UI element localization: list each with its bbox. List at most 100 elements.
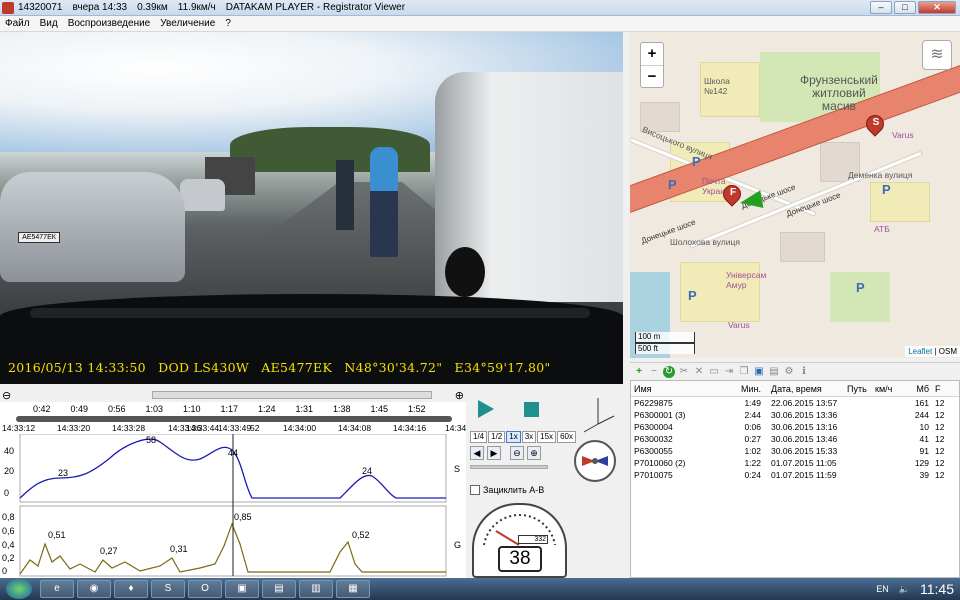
copy-icon[interactable]: ❐ bbox=[738, 366, 750, 378]
telemetry-graph[interactable]: 40 20 0 0,8 0,6 0,4 0,2 0 S G 23 58 44 24 0,51 0,27 0,31… bbox=[0, 434, 466, 578]
timeline-tick-label: 0:42 bbox=[33, 404, 51, 414]
map-parking-icon: P bbox=[688, 288, 697, 303]
table-row[interactable]: P6300032 0:27 30.06.2015 13:46 41 12 bbox=[631, 433, 959, 445]
table-row[interactable]: P6300001 (3) 2:44 30.06.2015 13:36 244 12 bbox=[631, 409, 959, 421]
loop-ab-box[interactable] bbox=[470, 485, 480, 495]
menu-file[interactable]: Файл bbox=[0, 18, 35, 29]
taskbar-app-datakam[interactable]: ▦ bbox=[336, 580, 370, 598]
taskbar-app-6[interactable]: ▣ bbox=[225, 580, 259, 598]
close-button[interactable]: ✕ bbox=[918, 1, 956, 14]
table-row[interactable]: P7010060 (2) 1:22 01.07.2015 11:05 129 12 bbox=[631, 457, 959, 469]
telemetry-graph-svg[interactable]: 40 20 0 0,8 0,6 0,4 0,2 0 S G 23 58 44 24 0,51 0,27 0,31… bbox=[0, 434, 466, 578]
col-speed[interactable]: км/ч bbox=[871, 384, 907, 394]
taskbar-app-opera[interactable]: O bbox=[188, 580, 222, 598]
menu-view[interactable]: Вид bbox=[35, 18, 63, 29]
speed-half[interactable]: 1/2 bbox=[488, 431, 506, 443]
menu-zoom[interactable]: Увеличение bbox=[155, 18, 220, 29]
cut-icon[interactable]: ✂ bbox=[678, 366, 690, 378]
import-icon[interactable]: ▣ bbox=[753, 366, 765, 378]
loop-ab-checkbox[interactable]: Зациклить A-B bbox=[470, 485, 544, 495]
next-frame-button[interactable]: ▶ bbox=[487, 446, 501, 460]
g-axis-label: 0 bbox=[2, 566, 7, 576]
taskbar-app-2[interactable]: ♦ bbox=[114, 580, 148, 598]
g-axis-label: 0,2 bbox=[2, 553, 15, 563]
g-graph-label: G bbox=[454, 540, 461, 550]
col-path[interactable]: Путь bbox=[841, 384, 871, 394]
maximize-button[interactable]: □ bbox=[894, 1, 916, 14]
cell-f: 12 bbox=[935, 398, 945, 408]
loop-ab-label: Зациклить A-B bbox=[483, 485, 545, 495]
timeline-tick-label: 1:31 bbox=[295, 404, 314, 414]
volume-slider[interactable] bbox=[470, 465, 548, 469]
speed-1x[interactable]: 1x bbox=[506, 431, 521, 443]
zoom-out-button[interactable]: ⊖ bbox=[510, 446, 524, 460]
settings-icon[interactable]: ⚙ bbox=[783, 366, 795, 378]
col-datetime[interactable]: Дата, время bbox=[761, 384, 841, 394]
timeline-zoom-out-icon[interactable]: ⊖ bbox=[2, 389, 11, 402]
add-icon[interactable]: + bbox=[633, 366, 645, 378]
taskbar-app-skype[interactable]: S bbox=[151, 580, 185, 598]
taskbar-app-ie[interactable]: e bbox=[40, 580, 74, 598]
title-speed: 11.9км/ч bbox=[177, 2, 216, 13]
save-icon[interactable]: ▭ bbox=[708, 366, 720, 378]
video-car-ahead bbox=[180, 179, 225, 211]
cell-datetime: 30.06.2015 13:36 bbox=[771, 410, 838, 420]
map-zoom-control: + − bbox=[640, 42, 664, 88]
video-pedestrian bbox=[336, 160, 354, 230]
folder-icon[interactable]: ▤ bbox=[768, 366, 780, 378]
map-layers-icon[interactable]: ≋ bbox=[922, 40, 952, 70]
refresh-icon[interactable]: ↻ bbox=[663, 365, 675, 378]
speedometer: 332 38 bbox=[472, 503, 567, 578]
table-row[interactable]: P6229875 1:49 22.06.2015 13:57 161 12 bbox=[631, 397, 959, 409]
play-button[interactable] bbox=[478, 400, 494, 418]
taskbar-app-7[interactable]: ▤ bbox=[262, 580, 296, 598]
table-row[interactable]: P6300055 1:02 30.06.2015 15:33 91 12 bbox=[631, 445, 959, 457]
col-size[interactable]: Мб bbox=[907, 384, 929, 394]
speaker-icon[interactable]: 🔈 bbox=[899, 584, 910, 595]
speed-15x[interactable]: 15x bbox=[537, 431, 557, 443]
info-icon[interactable]: ℹ bbox=[798, 366, 810, 378]
osm-link[interactable]: OSM bbox=[939, 347, 957, 356]
speed-axis-label: 0 bbox=[4, 488, 9, 498]
timeline-track[interactable] bbox=[16, 416, 452, 422]
video-frame[interactable]: АЕ5477ЕК bbox=[0, 32, 623, 384]
menu-help[interactable]: ? bbox=[220, 18, 236, 29]
leaflet-link[interactable]: Leaflet bbox=[908, 347, 932, 356]
compass-svg bbox=[582, 456, 608, 466]
map-panel[interactable]: Фрунзенський житловий масив Школа №142 Д… bbox=[630, 32, 960, 358]
start-button[interactable] bbox=[6, 579, 32, 599]
speed-peak-label: 44 bbox=[228, 448, 238, 458]
taskbar: e ◉ ♦ S O ▣ ▤ ▥ ▦ EN 🔈 11:45 bbox=[0, 578, 960, 600]
map-zoom-out-button[interactable]: − bbox=[641, 65, 663, 87]
export-icon[interactable]: ⇥ bbox=[723, 366, 735, 378]
delete-icon[interactable]: ✕ bbox=[693, 366, 705, 378]
speed-selector: 1/4 1/2 1x 3x 15x 60x bbox=[470, 431, 576, 443]
speed-60x[interactable]: 60x bbox=[557, 431, 576, 443]
timeline-panel: ⊖ ⊕ 0:42 0:49 0:56 1:03 1:10 1:17 1:24 1:31 1:38… bbox=[0, 388, 478, 578]
speed-quarter[interactable]: 1/4 bbox=[470, 431, 488, 443]
map-label-varus-1: Varus bbox=[892, 130, 914, 140]
prev-frame-button[interactable]: ◀ bbox=[470, 446, 484, 460]
minimize-button[interactable]: – bbox=[870, 1, 892, 14]
timeline-zoom-in-icon[interactable]: ⊕ bbox=[455, 389, 464, 402]
cell-f: 12 bbox=[935, 446, 945, 456]
map-zoom-in-button[interactable]: + bbox=[641, 43, 663, 65]
stop-button[interactable] bbox=[524, 402, 539, 417]
speed-3x[interactable]: 3x bbox=[521, 431, 537, 443]
menu-playback[interactable]: Воспроизведение bbox=[63, 18, 156, 29]
table-row[interactable]: P6300004 0:06 30.06.2015 13:16 10 12 bbox=[631, 421, 959, 433]
taskbar-app-chrome[interactable]: ◉ bbox=[77, 580, 111, 598]
col-minutes[interactable]: Мин. bbox=[731, 384, 761, 394]
g-peak-label: 0,27 bbox=[100, 546, 118, 556]
osd-plate: AE5477EK bbox=[261, 360, 333, 375]
timeline-scrollbar[interactable] bbox=[152, 391, 432, 399]
file-list[interactable]: Имя Мин. Дата, время Путь км/ч Мб F P622… bbox=[630, 380, 960, 578]
col-f[interactable]: F bbox=[929, 384, 941, 394]
language-indicator[interactable]: EN bbox=[876, 584, 889, 594]
zoom-in-button[interactable]: ⊕ bbox=[527, 446, 541, 460]
taskbar-app-8[interactable]: ▥ bbox=[299, 580, 333, 598]
table-row[interactable]: P7010075 0:24 01.07.2015 11:59 39 12 bbox=[631, 469, 959, 481]
remove-icon[interactable]: − bbox=[648, 366, 660, 378]
col-name[interactable]: Имя bbox=[631, 384, 731, 394]
clock[interactable]: 11:45 bbox=[920, 581, 954, 597]
